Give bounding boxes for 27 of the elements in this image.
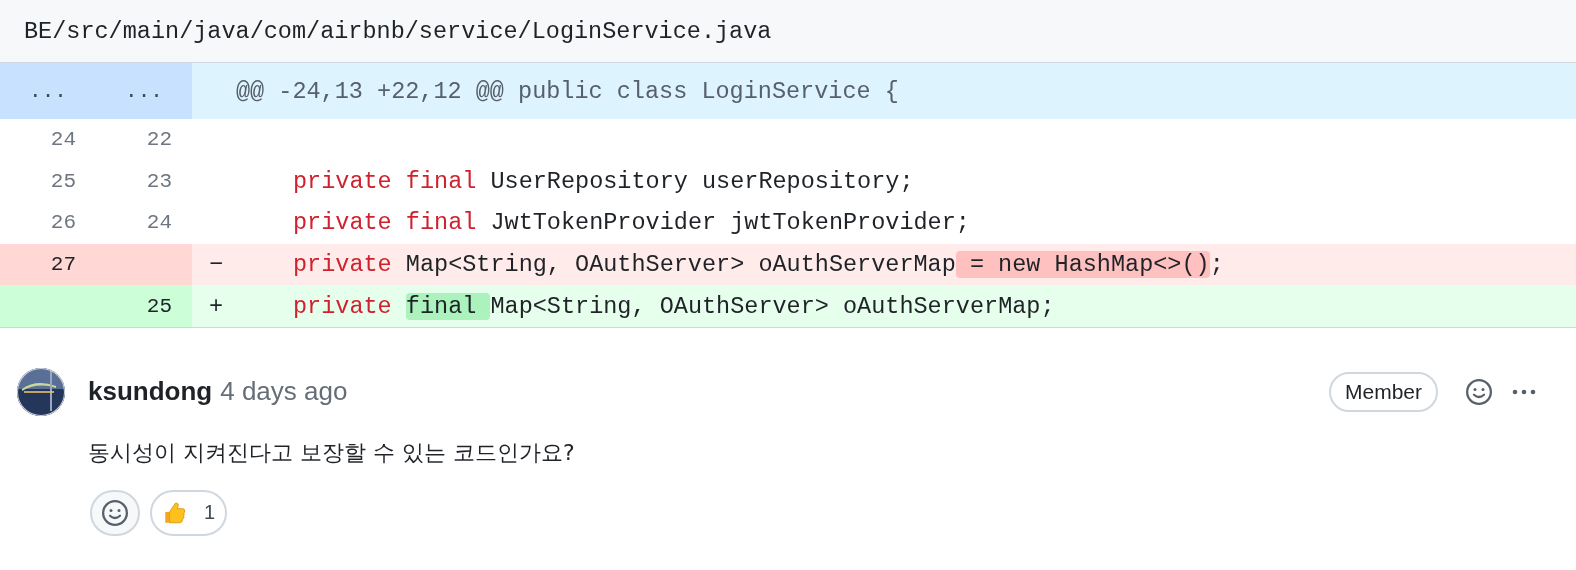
line-number[interactable]: 26 [0, 202, 96, 244]
hunk-header: @@ -24,13 +22,12 @@ public class LoginService { [236, 77, 899, 105]
code-line: private final JwtTokenProvider jwtTokenProvider; [292, 209, 970, 237]
thumbs-up-icon [162, 499, 188, 526]
expand-button[interactable]: ... [0, 63, 96, 119]
diff-sign: − [207, 251, 225, 279]
line-number[interactable]: 22 [96, 119, 192, 161]
comment-text: 동시성이 지켜진다고 보장할 수 있는 코드인가요? [88, 438, 576, 467]
diff-sign: + [207, 292, 225, 320]
line-number[interactable]: 24 [96, 202, 192, 244]
line-number[interactable]: 24 [0, 119, 96, 161]
more-icon[interactable] [1512, 387, 1536, 396]
line-number[interactable]: 25 [0, 160, 96, 203]
role-badge: Member [1328, 371, 1438, 412]
code-line: private final Map<String, OAuthServer> oAuthServerMap; [292, 292, 1055, 320]
code-line: private final UserRepository userRepository; [292, 167, 914, 195]
line-number[interactable]: 25 [96, 285, 192, 327]
add-reaction-button[interactable] [90, 489, 140, 536]
line-number[interactable]: 23 [96, 160, 192, 203]
author-name[interactable]: ksundong [88, 376, 213, 408]
line-number[interactable]: 27 [0, 243, 96, 286]
expand-button[interactable]: ... [96, 63, 192, 119]
code-line: private Map<String, OAuthServer> oAuthServerMap = new HashMap<>(); [292, 251, 1224, 279]
timestamp[interactable]: 4 days ago [220, 376, 348, 408]
reaction-button[interactable]: 1 [150, 489, 228, 536]
smiley-icon [100, 497, 130, 528]
smiley-icon[interactable] [1464, 376, 1494, 407]
